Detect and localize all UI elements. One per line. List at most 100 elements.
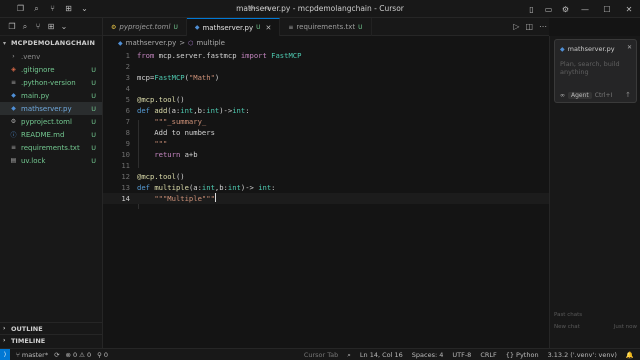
- close-icon[interactable]: ✕: [627, 44, 632, 51]
- file-item[interactable]: ▤ uv.lock U: [0, 154, 102, 167]
- tab-git-badge: U: [173, 23, 178, 31]
- close-icon[interactable]: ✕: [266, 24, 272, 32]
- code-line[interactable]: 10 return a+b: [103, 149, 549, 160]
- extensions-icon[interactable]: ⊞: [64, 4, 73, 13]
- editor-tab[interactable]: ≡ requirements.txt U: [280, 18, 372, 36]
- language-mode[interactable]: {} Python: [506, 351, 539, 359]
- minimize-button[interactable]: —: [574, 0, 596, 18]
- file-item[interactable]: ⚙ pyproject.toml U: [0, 115, 102, 128]
- code-line[interactable]: 4: [103, 83, 549, 94]
- editor-tab[interactable]: ⚙ pyproject.toml U: [103, 18, 187, 36]
- branch-status[interactable]: ⑂ master*: [16, 351, 48, 359]
- indentation[interactable]: Spaces: 4: [412, 351, 444, 359]
- breadcrumb-file[interactable]: mathserver.py: [126, 39, 177, 47]
- file-item[interactable]: ≡ .python-version U: [0, 76, 102, 89]
- code-editor[interactable]: 1 from mcp.server.fastmcp import FastMCP 2…: [103, 50, 549, 318]
- notifications-icon[interactable]: 🔔: [626, 351, 634, 359]
- code-line[interactable]: 6 def add(a:int,b:int)->int:: [103, 105, 549, 116]
- tab-git-badge: U: [256, 24, 261, 31]
- code-line[interactable]: 13 def multiple(a:int,b:int)-> int:: [103, 182, 549, 193]
- error-count: 0: [72, 350, 78, 359]
- chat-footer: ∞ Agent Ctrl+I: [560, 92, 612, 99]
- settings-gear-icon[interactable]: ⚙: [561, 5, 570, 14]
- run-icon[interactable]: ▷: [513, 22, 519, 31]
- python-interpreter[interactable]: 3.13.2 ('.venv': venv): [548, 351, 617, 359]
- file-item[interactable]: ⓘ README.md U: [0, 128, 102, 141]
- chat-history-header: Past chats: [554, 312, 637, 324]
- remote-indicator-icon[interactable]: ⟩: [0, 348, 10, 360]
- search-icon[interactable]: ⌕: [347, 351, 351, 360]
- encoding[interactable]: UTF-8: [452, 351, 471, 359]
- tab-label: pyproject.toml: [119, 23, 171, 31]
- chat-input[interactable]: Plan, search, build anything: [560, 60, 632, 76]
- code-text: """Multiple""": [154, 193, 216, 203]
- code-line[interactable]: 11: [103, 160, 549, 171]
- context-file-chip[interactable]: ◆ mathserver.py: [560, 45, 615, 53]
- code-line[interactable]: 2: [103, 61, 549, 72]
- code-line[interactable]: 3 mcp=FastMCP("Math"): [103, 72, 549, 83]
- tab-list: ⚙ pyproject.toml U ◆ mathserver.py U ✕ ≡ require…: [103, 18, 372, 36]
- timeline-section[interactable]: › TIMELINE: [0, 334, 103, 346]
- close-button[interactable]: ✕: [618, 0, 640, 18]
- split-editor-icon[interactable]: ◫: [525, 22, 533, 31]
- branch-label: master*: [21, 350, 49, 359]
- cursor-position[interactable]: Ln 14, Col 16: [360, 351, 403, 359]
- files-icon[interactable]: ❐: [8, 22, 16, 31]
- file-item[interactable]: ≡ requirements.txt U: [0, 141, 102, 154]
- chat-input-card[interactable]: ◆ mathserver.py ✕ Plan, search, build an…: [554, 39, 637, 103]
- code-line[interactable]: 14 """Multiple""": [103, 193, 549, 204]
- file-name: README.md: [21, 130, 65, 139]
- outline-section[interactable]: › OUTLINE: [0, 322, 103, 334]
- code-text: @mcp.tool(): [137, 95, 185, 104]
- code-line[interactable]: 12 @mcp.tool(): [103, 171, 549, 182]
- file-tree: › .venv ◈ .gitignore U ≡ .python-version U ◆ main…: [0, 50, 102, 167]
- outline-label: OUTLINE: [11, 324, 43, 333]
- ports-status[interactable]: ⚲ 0: [97, 351, 108, 359]
- maximize-button[interactable]: ☐: [596, 0, 618, 18]
- editor-tab[interactable]: ◆ mathserver.py U ✕: [186, 18, 281, 36]
- line-number: 7: [125, 117, 130, 126]
- workspace-folder[interactable]: ▾ MCPDEMOLANGCHAIN: [0, 36, 102, 50]
- infinity-icon: ∞: [560, 92, 565, 99]
- toggle-panel-icon[interactable]: ▭: [544, 5, 553, 14]
- chevron-down-icon[interactable]: ⌄: [80, 4, 89, 13]
- chevron-down-icon[interactable]: ⌄: [60, 22, 68, 31]
- file-item[interactable]: ◆ main.py U: [0, 89, 102, 102]
- git-icon: ◈: [11, 66, 16, 73]
- function-icon: ⬡: [188, 39, 194, 47]
- source-control-icon[interactable]: ⑂: [34, 22, 42, 31]
- extensions-icon[interactable]: ⊞: [47, 22, 55, 31]
- source-control-icon[interactable]: ⑂: [48, 4, 57, 13]
- line-number: 2: [125, 62, 130, 71]
- search-icon[interactable]: ⌕: [32, 4, 41, 13]
- code-line[interactable]: 5 @mcp.tool(): [103, 94, 549, 105]
- code-line[interactable]: 7 """_summary_: [103, 116, 549, 127]
- chat-history-item[interactable]: New chat Just now: [554, 324, 637, 336]
- forward-arrow-icon[interactable]: →: [263, 4, 271, 14]
- problems-status[interactable]: ⊗ 0 ⚠ 0: [66, 351, 92, 359]
- cursor-tab-status[interactable]: Cursor Tab: [304, 351, 338, 359]
- explorer-icon[interactable]: ❐: [16, 4, 25, 13]
- sync-icon[interactable]: ⟳: [54, 351, 59, 359]
- file-item[interactable]: ◈ .gitignore U: [0, 63, 102, 76]
- git-status-badge: U: [91, 65, 96, 74]
- breadcrumb-symbol[interactable]: multiple: [196, 39, 225, 47]
- send-button[interactable]: ↑: [625, 91, 631, 99]
- line-number: 11: [121, 161, 130, 170]
- explorer-sidebar: ❐ ⌕ ⑂ ⊞ ⌄ ▾ MCPDEMOLANGCHAIN › .venv ◈ .git…: [0, 18, 103, 348]
- more-actions-icon[interactable]: ⋯: [539, 22, 547, 31]
- code-line[interactable]: 9 """: [103, 138, 549, 149]
- file-item[interactable]: ◆ mathserver.py U: [0, 102, 102, 115]
- code-line[interactable]: 8 Add to numbers: [103, 127, 549, 138]
- code-line[interactable]: 1 from mcp.server.fastmcp import FastMCP: [103, 50, 549, 61]
- file-item[interactable]: › .venv: [0, 50, 102, 63]
- agent-mode-dropdown[interactable]: Agent: [568, 92, 592, 99]
- code-text: @mcp.tool(): [137, 172, 185, 181]
- line-number: 12: [121, 172, 130, 181]
- code-text: from mcp.server.fastmcp import FastMCP: [137, 51, 302, 60]
- toggle-sidebar-icon[interactable]: ▯: [527, 5, 536, 14]
- line-ending[interactable]: CRLF: [480, 351, 496, 359]
- back-arrow-icon[interactable]: ←: [249, 4, 257, 14]
- search-icon[interactable]: ⌕: [21, 22, 29, 31]
- past-chats-label[interactable]: Past chats: [554, 312, 582, 324]
